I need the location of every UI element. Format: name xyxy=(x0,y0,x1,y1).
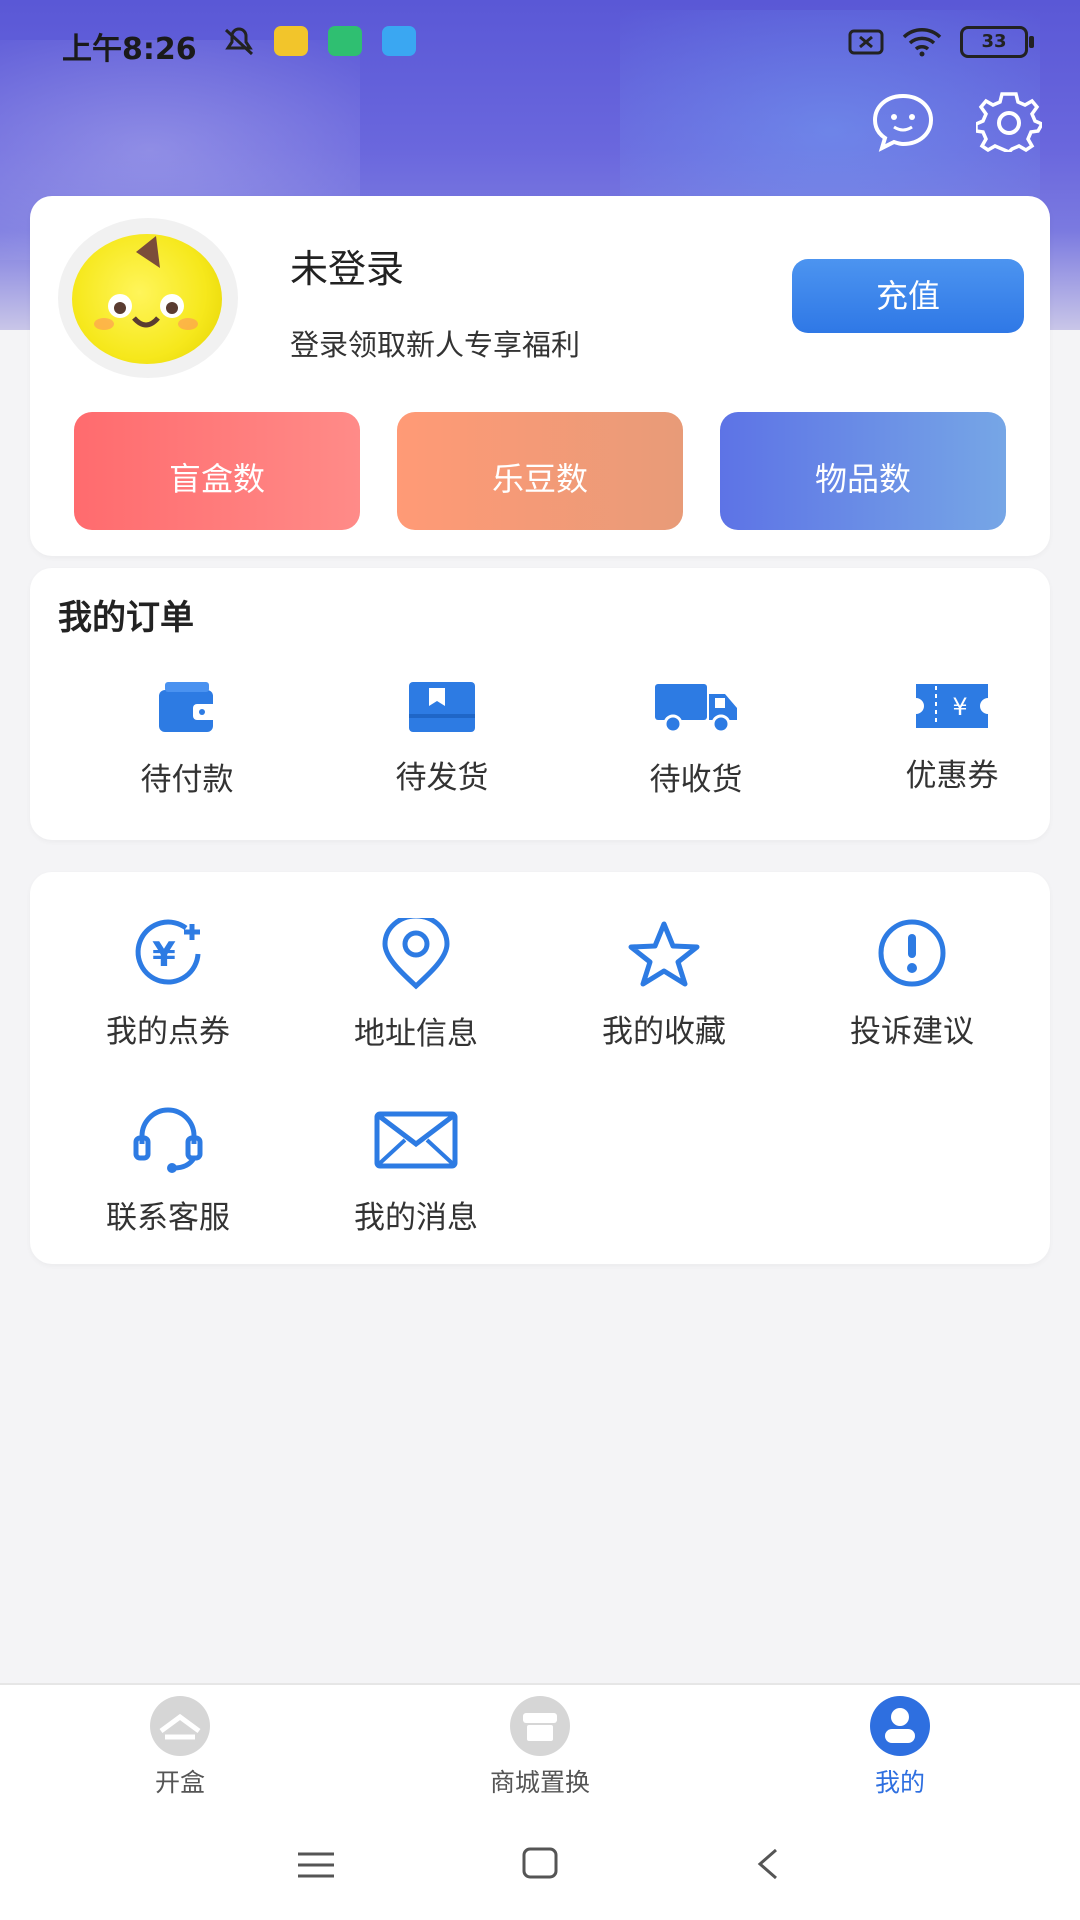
status-bar: 上午8:26 33 xyxy=(0,0,1080,84)
coupon-icon: ¥ xyxy=(916,684,988,728)
my-messages-item[interactable]: 我的消息 xyxy=(306,1104,526,1237)
my-vouchers-label: 我的点券 xyxy=(106,1014,230,1050)
security-app-icon xyxy=(328,26,362,56)
avatar[interactable] xyxy=(58,218,238,378)
yen-coin-icon: ¥ xyxy=(135,919,201,985)
pending-payment-item[interactable]: 待付款 xyxy=(77,680,297,799)
settings-gear-icon[interactable] xyxy=(976,90,1042,152)
ledou-count-button[interactable]: 乐豆数 xyxy=(397,412,683,530)
tab-open-box-label: 开盒 xyxy=(154,1768,205,1797)
bottom-navigation: 开盒 商城置换 我的 xyxy=(0,1683,1080,1807)
my-messages-label: 我的消息 xyxy=(354,1200,478,1236)
recharge-button[interactable]: 充值 xyxy=(792,259,1024,333)
svg-text:¥: ¥ xyxy=(152,935,176,975)
coupon-label: 优惠券 xyxy=(905,758,999,794)
orders-title: 我的订单 xyxy=(58,598,194,638)
star-icon xyxy=(628,921,700,987)
address-info-item[interactable]: 地址信息 xyxy=(306,918,526,1053)
svg-text:¥: ¥ xyxy=(952,693,967,721)
message-app-icon xyxy=(382,26,416,56)
pending-receipt-label: 待收货 xyxy=(649,762,743,798)
back-icon[interactable] xyxy=(754,1846,782,1882)
tab-mine[interactable]: 我的 xyxy=(780,1695,1020,1799)
address-info-label: 地址信息 xyxy=(354,1016,478,1052)
avatar-face-icon xyxy=(94,236,198,330)
my-favorites-label: 我的收藏 xyxy=(602,1014,726,1050)
my-favorites-item[interactable]: 我的收藏 xyxy=(554,918,774,1051)
envelope-icon xyxy=(374,1111,458,1169)
profile-card: 未登录 登录领取新人专享福利 充值 盲盒数 乐豆数 物品数 xyxy=(30,196,1050,556)
store-icon xyxy=(510,1696,570,1756)
system-navigation-bar xyxy=(0,1806,1080,1920)
box-icon xyxy=(409,682,475,732)
open-box-icon xyxy=(150,1696,210,1756)
feedback-item[interactable]: 投诉建议 xyxy=(802,918,1022,1051)
coupon-item[interactable]: ¥ 优惠券 xyxy=(842,680,1062,795)
login-promo-text[interactable]: 登录领取新人专享福利 xyxy=(290,322,580,364)
my-vouchers-item[interactable]: ¥ 我的点券 xyxy=(58,918,278,1051)
pending-shipment-label: 待发货 xyxy=(395,760,489,796)
stat-label: 盲盒数 xyxy=(168,460,265,498)
tab-open-box[interactable]: 开盒 xyxy=(60,1695,300,1799)
stat-label: 乐豆数 xyxy=(491,460,588,498)
headset-icon xyxy=(133,1107,203,1173)
customer-service-label: 联系客服 xyxy=(106,1200,230,1236)
blindbox-count-button[interactable]: 盲盒数 xyxy=(74,412,360,530)
customer-service-item[interactable]: 联系客服 xyxy=(58,1104,278,1237)
wifi-icon xyxy=(902,28,942,57)
user-name[interactable]: 未登录 xyxy=(290,238,404,293)
orders-card: 我的订单 待付款 待发货 待收货 ¥ 优惠券 xyxy=(30,568,1050,840)
menu-icon[interactable] xyxy=(296,1850,336,1880)
pending-receipt-item[interactable]: 待收货 xyxy=(586,680,806,799)
chat-bubble-icon[interactable] xyxy=(870,90,936,152)
item-count-button[interactable]: 物品数 xyxy=(720,412,1006,530)
stat-label: 物品数 xyxy=(814,460,911,498)
mute-icon xyxy=(224,27,254,56)
pending-payment-label: 待付款 xyxy=(140,762,234,798)
status-time: 上午8:26 xyxy=(62,32,197,67)
pending-shipment-item[interactable]: 待发货 xyxy=(332,680,552,797)
tab-mall-exchange[interactable]: 商城置换 xyxy=(420,1695,660,1799)
exclamation-icon xyxy=(878,919,946,987)
wallet-icon xyxy=(159,682,217,732)
app-notification-icon xyxy=(274,26,308,56)
sim-disabled-icon xyxy=(848,29,884,55)
feedback-label: 投诉建议 xyxy=(850,1014,974,1050)
profile-icon xyxy=(870,1696,930,1756)
home-icon[interactable] xyxy=(521,1846,559,1882)
tab-mine-label: 我的 xyxy=(874,1768,925,1797)
tab-mall-exchange-label: 商城置换 xyxy=(489,1768,590,1797)
tools-card: ¥ 我的点券 地址信息 我的收藏 投诉建议 联系客服 我的消息 xyxy=(30,872,1050,1264)
truck-icon xyxy=(655,684,737,734)
location-pin-icon xyxy=(382,918,450,990)
battery-indicator: 33 xyxy=(960,26,1034,58)
